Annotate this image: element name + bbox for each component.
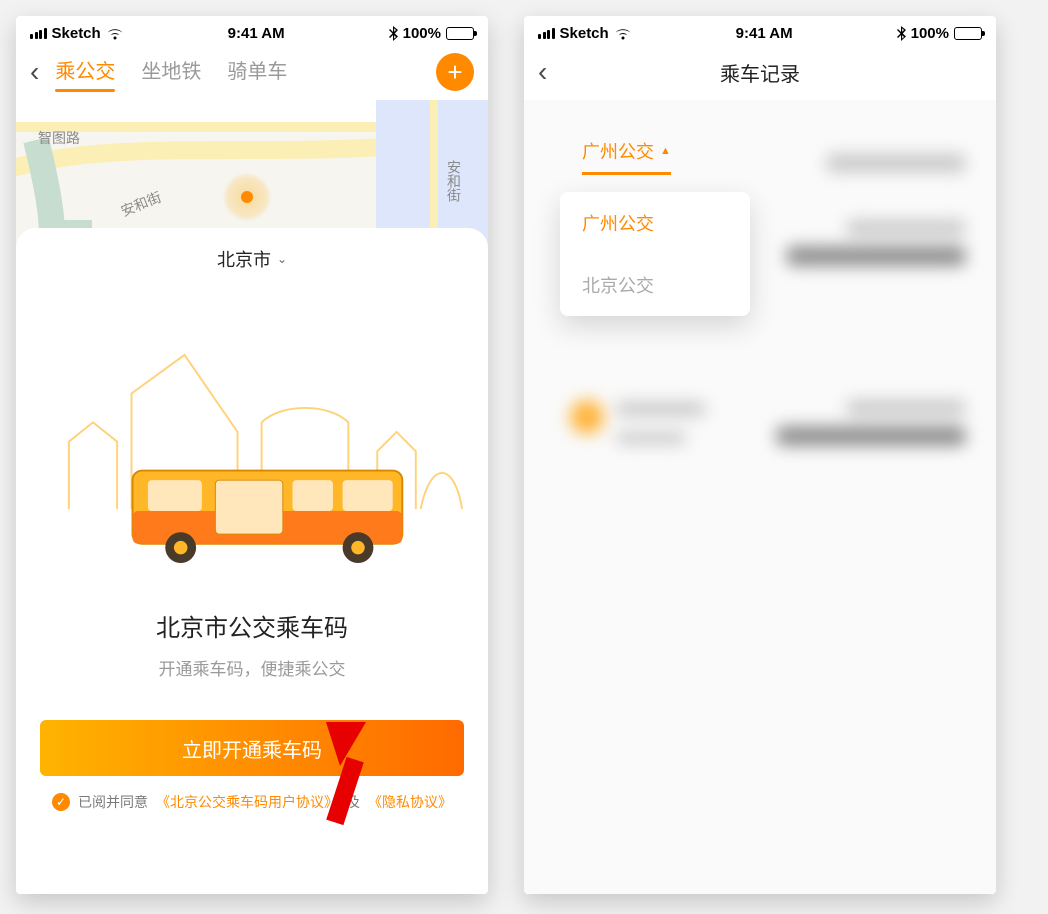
agreement-link-terms[interactable]: 《北京公交乘车码用户协议》 <box>156 792 338 812</box>
top-nav: ‹ 乘车记录 <box>524 44 996 100</box>
tab-bus[interactable]: 乘公交 <box>55 55 115 90</box>
agreement-link-privacy[interactable]: 《隐私协议》 <box>368 792 452 812</box>
back-button[interactable]: ‹ <box>538 58 547 86</box>
activate-bus-code-button[interactable]: 立即开通乘车码 <box>40 720 464 776</box>
carrier-label: Sketch <box>52 25 101 42</box>
battery-icon <box>446 27 474 40</box>
signal-icon <box>30 28 47 39</box>
map-road-label: 智图路 <box>38 128 80 148</box>
bluetooth-icon <box>897 26 906 41</box>
agreement-prefix: 已阅并同意 <box>78 792 148 812</box>
clock-label: 9:41 AM <box>736 25 793 42</box>
status-bar: Sketch 9:41 AM 100% <box>16 16 488 44</box>
top-nav: ‹ 乘公交 坐地铁 骑单车 + <box>16 44 488 100</box>
back-button[interactable]: ‹ <box>30 58 39 86</box>
status-bar: Sketch 9:41 AM 100% <box>524 16 996 44</box>
carrier-label: Sketch <box>560 25 609 42</box>
page-title: 乘车记录 <box>720 58 800 87</box>
signal-icon <box>538 28 555 39</box>
wifi-icon <box>614 27 632 40</box>
wifi-icon <box>106 27 124 40</box>
battery-percent-label: 100% <box>403 25 441 42</box>
bluetooth-icon <box>389 26 398 41</box>
agreement-checked-icon[interactable]: ✓ <box>52 793 70 811</box>
phone-screen-ride-records: Sketch 9:41 AM 100% ‹ 乘车记录 <box>524 16 996 894</box>
bus-code-sheet: 北京市 ⌄ <box>16 228 488 894</box>
city-selector[interactable]: 北京市 ⌄ <box>217 246 287 272</box>
chevron-down-icon: ⌄ <box>277 252 287 266</box>
map-location-pin <box>222 172 272 222</box>
dropdown-option-beijing[interactable]: 北京公交 <box>560 254 750 316</box>
tab-bike[interactable]: 骑单车 <box>227 55 287 90</box>
dropdown-option-guangzhou[interactable]: 广州公交 <box>560 192 750 254</box>
tab-subway[interactable]: 坐地铁 <box>141 55 201 90</box>
transport-tabs: 乘公交 坐地铁 骑单车 <box>55 55 287 90</box>
sheet-title: 北京市公交乘车码 <box>156 608 348 643</box>
sheet-subtitle: 开通乘车码，便捷乘公交 <box>159 655 346 680</box>
bus-illustration <box>40 282 464 582</box>
agreement-and: 及 <box>346 792 360 812</box>
phone-screen-bus-code: Sketch 9:41 AM 100% ‹ 乘公交 坐地铁 骑单车 + <box>16 16 488 894</box>
city-filter-dropdown: 广州公交 北京公交 <box>560 192 750 316</box>
map-road-label: 安和街 <box>444 160 464 202</box>
add-button[interactable]: + <box>436 53 474 91</box>
battery-icon <box>954 27 982 40</box>
records-body: 广州公交 ▲ 广州公交 北京公交 <box>524 100 996 894</box>
clock-label: 9:41 AM <box>228 25 285 42</box>
agreement-row: ✓ 已阅并同意 《北京公交乘车码用户协议》 及 《隐私协议》 <box>52 792 452 812</box>
city-name: 北京市 <box>217 246 271 272</box>
battery-percent-label: 100% <box>911 25 949 42</box>
